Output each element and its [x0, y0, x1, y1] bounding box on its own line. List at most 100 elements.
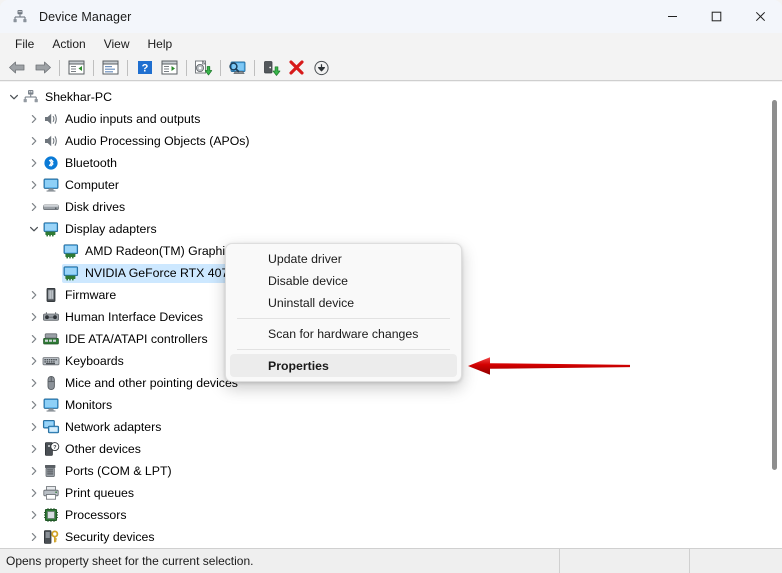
scan-hardware-changes-icon[interactable]: [225, 57, 250, 79]
processor-icon: [42, 507, 60, 523]
tree-item-content[interactable]: Display adapters: [42, 220, 165, 239]
close-button[interactable]: [738, 0, 782, 33]
display-adapter-icon: [62, 265, 80, 281]
tree-item[interactable]: Display adapters: [0, 218, 760, 240]
context-menu-item-uninstall-device[interactable]: Uninstall device: [230, 292, 457, 314]
firmware-icon: [42, 287, 60, 303]
tree-item-label: Computer: [65, 178, 119, 192]
chevron-down-icon[interactable]: [6, 86, 22, 108]
chevron-right-icon[interactable]: [26, 504, 42, 526]
tree-item-content[interactable]: AMD Radeon(TM) Graphics: [62, 242, 245, 261]
tree-item[interactable]: Shekhar-PC: [0, 86, 760, 108]
tree-item-content[interactable]: Audio inputs and outputs: [42, 110, 208, 129]
tree-item-content[interactable]: Computer: [42, 176, 127, 195]
chevron-right-icon[interactable]: [26, 438, 42, 460]
chevron-right-icon[interactable]: [26, 460, 42, 482]
chevron-right-icon[interactable]: [26, 108, 42, 130]
tree-item-content[interactable]: Firmware: [42, 286, 124, 305]
properties-icon[interactable]: [98, 57, 123, 79]
tree-item-label: Keyboards: [65, 354, 124, 368]
tree-item-content[interactable]: ? Other devices: [42, 440, 149, 459]
context-menu-item-disable-device[interactable]: Disable device: [230, 270, 457, 292]
tree-item-content[interactable]: Shekhar-PC: [22, 88, 120, 107]
tree-item-label: Security devices: [65, 530, 155, 544]
chevron-right-icon[interactable]: [26, 394, 42, 416]
show-hide-action-pane-icon[interactable]: [157, 57, 182, 79]
menu-help[interactable]: Help: [139, 35, 182, 53]
toolbar-separator: [254, 59, 255, 76]
enable-device-icon[interactable]: [259, 57, 284, 79]
disable-device-icon[interactable]: [309, 57, 334, 79]
tree-item-content[interactable]: Print queues: [42, 484, 142, 503]
show-hide-console-tree-icon[interactable]: [64, 57, 89, 79]
monitor-icon: [42, 177, 60, 193]
bluetooth-icon: [42, 155, 60, 171]
tree-item[interactable]: Disk drives: [0, 196, 760, 218]
update-driver-icon[interactable]: [191, 57, 216, 79]
tree-item[interactable]: Network adapters: [0, 416, 760, 438]
chevron-right-icon[interactable]: [26, 152, 42, 174]
computer-root-icon: [22, 89, 40, 105]
menu-file[interactable]: File: [6, 35, 43, 53]
tree-item-content[interactable]: Disk drives: [42, 198, 133, 217]
tree-item[interactable]: Monitors: [0, 394, 760, 416]
tree-item-content[interactable]: Bluetooth: [42, 154, 125, 173]
toolbar-separator: [186, 59, 187, 76]
context-menu-item-scan-for-hardware-changes[interactable]: Scan for hardware changes: [230, 323, 457, 345]
chevron-right-icon[interactable]: [26, 372, 42, 394]
chevron-right-icon[interactable]: [26, 416, 42, 438]
chevron-right-icon[interactable]: [26, 174, 42, 196]
chevron-right-icon[interactable]: [26, 284, 42, 306]
tree-item[interactable]: Processors: [0, 504, 760, 526]
chevron-right-icon[interactable]: [26, 526, 42, 548]
chevron-down-icon[interactable]: [26, 218, 42, 240]
tree-item-content[interactable]: Processors: [42, 506, 135, 525]
menu-action[interactable]: Action: [43, 35, 94, 53]
tree-item[interactable]: Bluetooth: [0, 152, 760, 174]
scrollbar-thumb[interactable]: [772, 100, 777, 470]
context-menu-item-update-driver[interactable]: Update driver: [230, 248, 457, 270]
tree-item-content[interactable]: Human Interface Devices: [42, 308, 211, 327]
tree-item-content[interactable]: Network adapters: [42, 418, 169, 437]
tree-item-content[interactable]: Monitors: [42, 396, 120, 415]
chevron-right-icon[interactable]: [26, 350, 42, 372]
chevron-right-icon[interactable]: [26, 328, 42, 350]
ide-controller-icon: [42, 331, 60, 347]
tree-item-content[interactable]: Mice and other pointing devices: [42, 374, 246, 393]
tree-item[interactable]: ? Other devices: [0, 438, 760, 460]
back-icon[interactable]: [5, 57, 30, 79]
tree-item[interactable]: Audio Processing Objects (APOs): [0, 130, 760, 152]
tree-item[interactable]: Ports (COM & LPT): [0, 460, 760, 482]
uninstall-device-icon[interactable]: [284, 57, 309, 79]
tree-item[interactable]: Print queues: [0, 482, 760, 504]
window-title: Device Manager: [39, 9, 132, 24]
tree-item-content[interactable]: IDE ATA/ATAPI controllers: [42, 330, 216, 349]
tree-item-content[interactable]: Ports (COM & LPT): [42, 462, 180, 481]
maximize-button[interactable]: [694, 0, 738, 33]
status-pane-3: [690, 549, 782, 573]
menu-view[interactable]: View: [95, 35, 139, 53]
chevron-right-icon[interactable]: [26, 306, 42, 328]
window-controls: [650, 0, 782, 33]
tree-item[interactable]: Security devices: [0, 526, 760, 548]
vertical-scrollbar[interactable]: [768, 82, 782, 548]
context-menu[interactable]: Update driver Disable device Uninstall d…: [225, 243, 462, 382]
keyboard-icon: [42, 353, 60, 369]
tree-item-content[interactable]: Audio Processing Objects (APOs): [42, 132, 258, 151]
tree-item-content[interactable]: Keyboards: [42, 352, 132, 371]
forward-icon[interactable]: [30, 57, 55, 79]
tree-item[interactable]: Computer: [0, 174, 760, 196]
context-menu-item-properties[interactable]: Properties: [230, 354, 457, 377]
tree-item-content[interactable]: Security devices: [42, 528, 163, 547]
minimize-button[interactable]: [650, 0, 694, 33]
tree-item[interactable]: Audio inputs and outputs: [0, 108, 760, 130]
help-icon[interactable]: ?: [132, 57, 157, 79]
chevron-right-icon[interactable]: [26, 482, 42, 504]
tree-item-label: Monitors: [65, 398, 113, 412]
chevron-right-icon[interactable]: [26, 130, 42, 152]
chevron-right-icon[interactable]: [26, 196, 42, 218]
context-menu-separator: [237, 318, 450, 319]
tree-item-label: Print queues: [65, 486, 135, 500]
tree-item-label: Display adapters: [65, 222, 157, 236]
